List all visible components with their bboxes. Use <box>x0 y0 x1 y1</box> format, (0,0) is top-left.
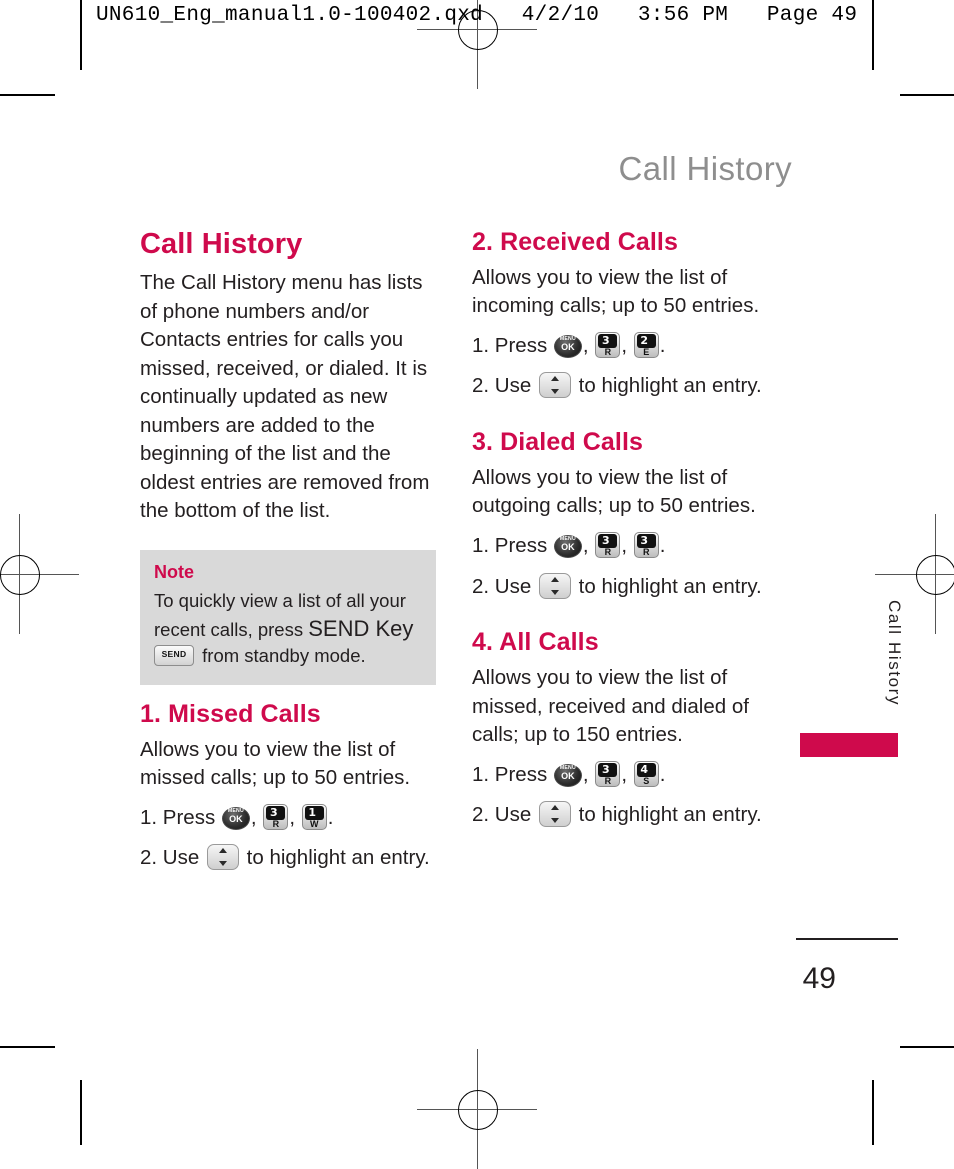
missed-calls-step-2: 2. Use to highlight an entry. <box>140 843 440 874</box>
side-tab-marker <box>800 733 898 757</box>
menu-ok-key-line2: OK <box>229 813 243 824</box>
missed-calls-heading: 1. Missed Calls <box>140 700 321 728</box>
step-prefix: 1. Press <box>140 805 216 829</box>
left-column: Call History The Call History menu has l… <box>140 228 440 532</box>
dialed-calls-step-1: 1. Press MENU OK , 3 R , 3 R . <box>472 531 666 558</box>
keypad-key-1w-icon: 1 W <box>301 803 327 830</box>
prepress-header-text: UN610_Eng_manual1.0-100402.qxd 4/2/10 3:… <box>96 4 858 27</box>
keypad-key-digit: 3 <box>601 333 610 347</box>
menu-ok-key-line2: OK <box>561 770 575 781</box>
dialed-calls-heading: 3. Dialed Calls <box>472 428 644 457</box>
keypad-key-digit: 1 <box>308 805 317 819</box>
keypad-key-letter: W <box>309 818 319 829</box>
dialed-calls-step-2: 2. Use to highlight an entry. <box>472 572 772 603</box>
menu-ok-key-icon: MENU OK <box>553 763 582 787</box>
keypad-key-digit: 2 <box>640 333 649 347</box>
crop-mark-top-right-horizontal <box>900 94 954 96</box>
keypad-key-letter: R <box>604 546 612 557</box>
navigation-key-icon <box>538 572 571 599</box>
header-rule-left <box>80 0 82 70</box>
right-column: 2. Received Calls Allows you to view the… <box>472 228 772 831</box>
note-text-after: from standby mode. <box>197 644 366 666</box>
all-calls-heading: 4. All Calls <box>472 628 599 657</box>
note-send-key-phrase: SEND Key <box>308 615 414 641</box>
keypad-key-letter: E <box>643 346 650 357</box>
all-calls-step-1: 1. Press MENU OK , 3 R , 4 S . <box>472 760 666 787</box>
missed-calls-description: Allows you to view the list of missed ca… <box>140 737 411 790</box>
keypad-key-3r-icon: 3 R <box>263 803 289 830</box>
send-key-icon: SEND <box>154 644 194 666</box>
step-prefix: 2. Use <box>140 846 200 870</box>
step-suffix: to highlight an entry. <box>578 374 762 398</box>
all-calls-description: Allows you to view the list of missed, r… <box>472 666 749 747</box>
menu-ok-key-icon: MENU OK <box>553 534 582 558</box>
keypad-key-digit: 3 <box>601 533 610 547</box>
missed-calls-step-1: 1. Press MENU OK , 3 R , 1 W . <box>140 803 334 830</box>
keypad-key-digit: 4 <box>640 762 649 776</box>
registration-mark-bottom <box>417 1049 537 1169</box>
step-prefix: 2. Use <box>472 574 532 598</box>
page-number: 49 <box>802 962 836 995</box>
step-suffix: to highlight an entry. <box>578 574 762 598</box>
keypad-key-letter: R <box>604 346 612 357</box>
crop-mark-bottom-right-horizontal <box>900 1046 954 1048</box>
keypad-key-3r-icon: 3 R <box>595 531 621 558</box>
crop-mark-bottom-left-horizontal <box>0 1046 55 1048</box>
note-text: To quickly view a list of all your recen… <box>154 589 422 669</box>
crop-mark-top-left-horizontal <box>0 94 55 96</box>
received-calls-step-1: 1. Press MENU OK , 3 R , 2 E . <box>472 331 666 358</box>
received-calls-heading: 2. Received Calls <box>472 228 678 256</box>
step-prefix: 1. Press <box>472 333 548 357</box>
menu-ok-key-line2: OK <box>561 341 575 352</box>
menu-ok-key-line1: MENU <box>559 764 576 771</box>
step-suffix: to highlight an entry. <box>578 803 762 827</box>
intro-paragraph: The Call History menu has lists of phone… <box>140 271 430 523</box>
dialed-calls-description: Allows you to view the list of outgoing … <box>472 465 756 518</box>
note-box: Note To quickly view a list of all your … <box>140 550 436 685</box>
received-calls-step-2: 2. Use to highlight an entry. <box>472 371 772 402</box>
keypad-key-2e-icon: 2 E <box>633 331 659 358</box>
menu-ok-key-icon: MENU OK <box>221 806 250 830</box>
menu-ok-key-icon: MENU OK <box>553 334 582 358</box>
keypad-key-letter: R <box>272 818 280 829</box>
keypad-key-digit: 3 <box>269 805 278 819</box>
menu-ok-key-line1: MENU <box>559 335 576 342</box>
section-all-calls: 4. All Calls Allows you to view the list… <box>472 628 772 831</box>
navigation-key-icon <box>538 801 571 828</box>
menu-ok-key-line1: MENU <box>227 807 244 814</box>
all-calls-step-2: 2. Use to highlight an entry. <box>472 800 772 831</box>
section-dialed-calls: 3. Dialed Calls Allows you to view the l… <box>472 428 772 602</box>
keypad-key-letter: R <box>604 775 612 786</box>
keypad-key-3r-icon: 3 R <box>633 531 659 558</box>
step-prefix: 1. Press <box>472 762 548 786</box>
keypad-key-3r-icon: 3 R <box>595 331 621 358</box>
keypad-key-letter: R <box>642 546 650 557</box>
step-prefix: 2. Use <box>472 803 532 827</box>
crop-mark-bottom-left-vertical <box>80 1080 82 1145</box>
navigation-key-icon <box>538 372 571 399</box>
keypad-key-digit: 3 <box>640 533 649 547</box>
step-suffix: to highlight an entry. <box>246 846 430 870</box>
keypad-key-digit: 3 <box>601 762 610 776</box>
folio-rule <box>796 938 898 940</box>
running-head: Call History <box>618 150 792 187</box>
registration-mark-left <box>0 514 79 634</box>
menu-ok-key-line2: OK <box>561 541 575 552</box>
page-title: Call History <box>140 228 303 260</box>
keypad-key-4s-icon: 4 S <box>633 760 659 787</box>
keypad-key-letter: S <box>643 775 650 786</box>
crop-mark-bottom-right-vertical <box>872 1080 874 1145</box>
header-rule-right <box>872 0 874 70</box>
step-prefix: 1. Press <box>472 533 548 557</box>
keypad-key-3r-icon: 3 R <box>595 760 621 787</box>
note-label: Note <box>154 562 194 582</box>
registration-mark-right <box>875 514 954 634</box>
navigation-key-icon <box>206 844 239 871</box>
step-prefix: 2. Use <box>472 374 532 398</box>
section-missed-calls: 1. Missed Calls Allows you to view the l… <box>140 700 440 874</box>
side-tab-label: Call History <box>885 600 904 707</box>
received-calls-description: Allows you to view the list of incoming … <box>472 265 760 318</box>
section-received-calls: 2. Received Calls Allows you to view the… <box>472 228 772 402</box>
send-key-label: SEND <box>161 648 187 659</box>
